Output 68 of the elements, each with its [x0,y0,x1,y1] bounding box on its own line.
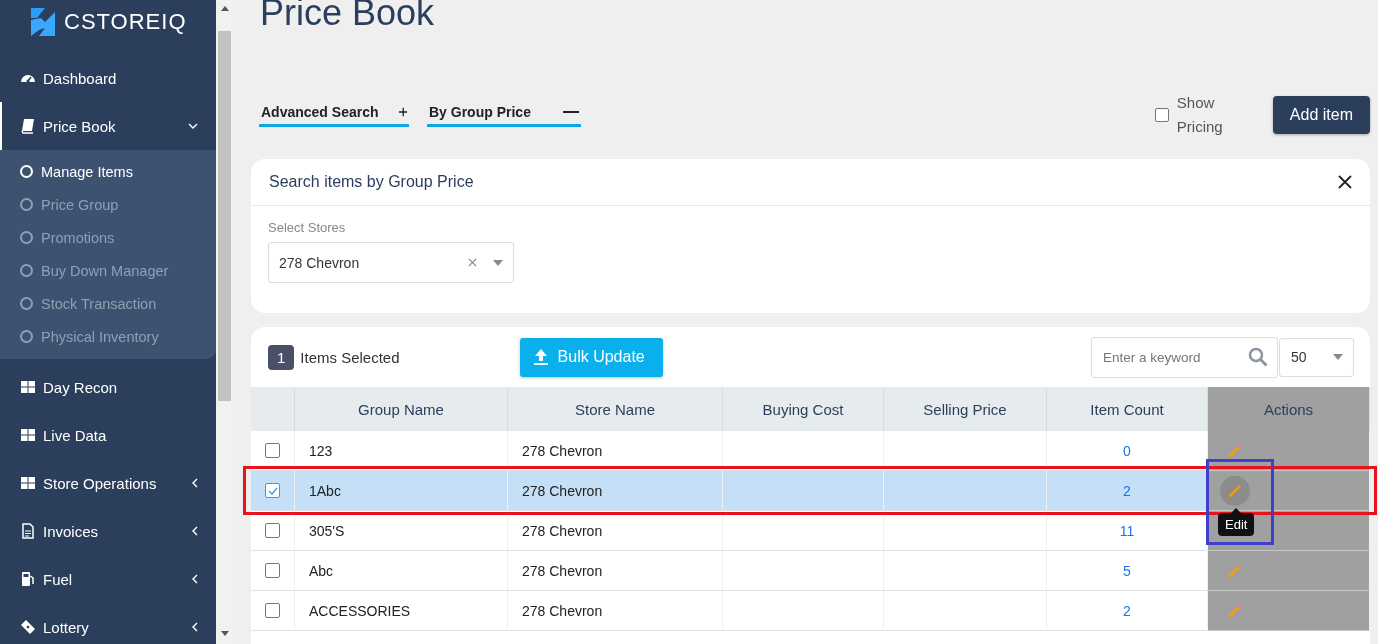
chevron-left-icon [192,574,198,584]
fuel-pump-icon [20,571,36,587]
sidebar-item[interactable]: Store Operations [0,459,216,507]
table-cell: 278 Chevron [508,511,723,551]
row-checkbox[interactable] [265,483,280,498]
row-checkbox[interactable] [265,523,280,538]
table-cell: Abc [295,551,508,591]
chevron-left-icon [192,526,198,536]
row-checkbox[interactable] [265,603,280,618]
grid-icon [20,427,36,443]
ticket-icon [20,619,36,635]
document-icon [20,523,36,539]
table-cell: 1Abc [295,471,508,511]
dropdown-caret-icon [493,259,503,266]
scroll-up-icon[interactable] [220,6,229,11]
sidebar-item[interactable]: Lottery [0,603,216,644]
column-header: Actions [1208,387,1370,431]
column-header: Selling Price [884,387,1047,431]
grid-icon [20,379,36,395]
filter-tab[interactable]: By Group Price [427,103,581,127]
column-header: Buying Cost [723,387,884,431]
book-icon [20,118,36,134]
table-cell: 278 Chevron [508,591,723,631]
field-label: Select Stores [268,220,347,235]
pencil-icon [1229,484,1241,497]
sidebar-item[interactable]: Invoices [0,507,216,555]
clear-icon[interactable] [468,258,477,267]
sidebar-item[interactable]: Day Recon [0,363,216,411]
store-select[interactable]: 278 Chevron [268,242,514,283]
selected-count-badge: 1 [268,344,295,370]
selected-label: Items Selected [300,348,400,366]
add-item-button[interactable]: Add item [1272,96,1370,134]
pencil-icon [1229,564,1241,577]
minus-icon [563,110,579,113]
keyword-search-field[interactable]: Enter a keyword [1091,336,1278,378]
column-header: Store Name [508,387,723,431]
filter-tab[interactable]: Advanced Search [259,103,409,127]
scroll-down-icon[interactable] [220,631,229,636]
row-checkbox[interactable] [265,563,280,578]
sidebar-item[interactable]: Fuel [0,555,216,603]
close-icon[interactable] [1338,175,1352,189]
item-count-link[interactable]: 11 [1047,511,1208,551]
column-header: Group Name [295,387,508,431]
upload-icon [533,349,548,365]
table-cell: 305'S [295,511,508,551]
sidebar-item[interactable]: Dashboard [0,54,216,102]
grid-icon [20,475,36,491]
tooltip: Edit [1218,508,1255,536]
page-size-select[interactable]: 50 [1279,337,1354,377]
checkbox-label: Show Pricing [1176,93,1224,137]
table-cell: 278 Chevron [508,551,723,591]
chevron-down-icon [188,123,198,129]
table-cell: 278 Chevron [508,471,723,511]
search-icon[interactable] [1248,346,1268,367]
table-cell: ACCESSORIES [295,591,508,631]
checkbox[interactable] [1154,108,1169,122]
column-header: Item Count [1047,387,1208,431]
row-checkbox[interactable] [265,443,280,458]
submenu-item[interactable]: Manage Items [0,155,216,188]
sidebar-item[interactable]: Live Data [0,411,216,459]
chevron-left-icon [192,622,198,632]
chevron-left-icon [192,478,198,488]
dropdown-caret-icon [1333,354,1343,360]
pencil-icon [1229,604,1241,617]
logo-text: CSTOREIQ [64,9,187,35]
logo-icon [28,6,56,38]
panel-title: Search items by Group Price [269,173,474,191]
pencil-icon [1229,444,1241,457]
